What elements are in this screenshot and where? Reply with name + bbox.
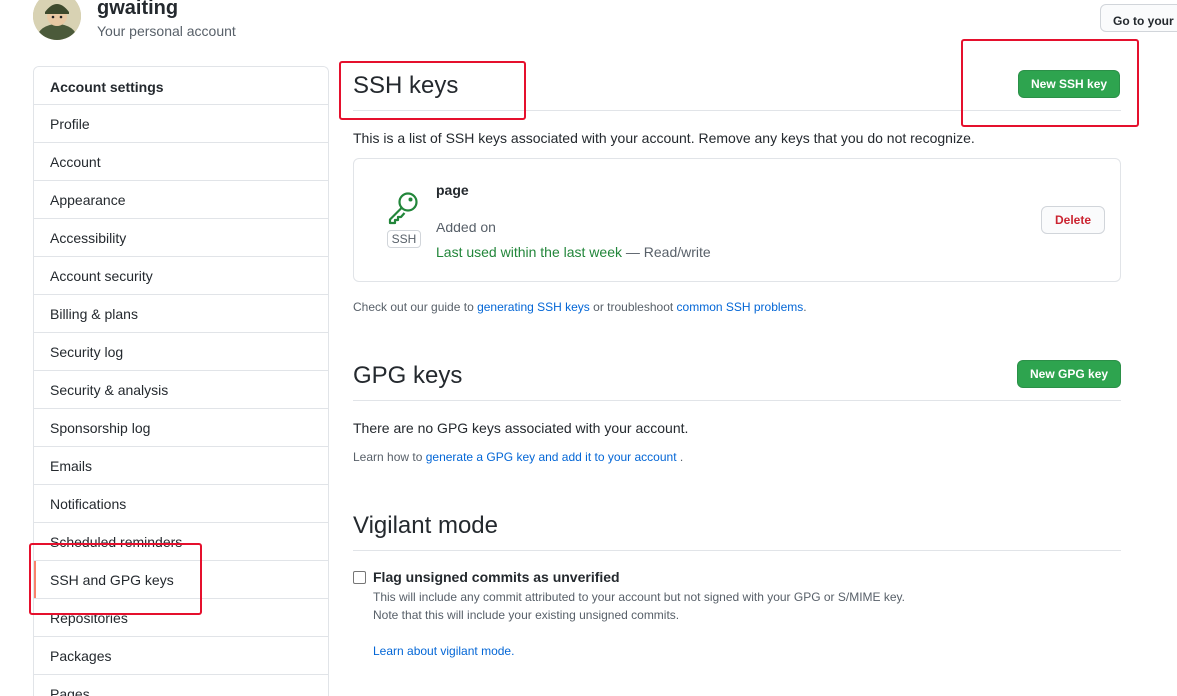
sidebar-item-repositories[interactable]: Repositories	[34, 599, 328, 637]
guide-prefix: Check out our guide to	[353, 300, 478, 314]
sidebar-item-billing[interactable]: Billing & plans	[34, 295, 328, 333]
sidebar-item-security-analysis[interactable]: Security & analysis	[34, 371, 328, 409]
ssh-key-added: Added on	[436, 223, 496, 233]
access-text: — Read/write	[622, 244, 711, 260]
learn-vigilant-mode-link[interactable]: Learn about vigilant mode.	[373, 644, 514, 658]
ssh-key-item: SSH page Added on Last used within the l…	[353, 158, 1121, 282]
sidebar-title: Account settings	[34, 67, 328, 105]
sidebar-item-scheduled-reminders[interactable]: Scheduled reminders	[34, 523, 328, 561]
divider	[353, 110, 1121, 111]
guide-suffix: .	[803, 300, 807, 314]
ssh-keys-title: SSH keys	[353, 72, 459, 99]
gpg-learn-text: Learn how to generate a GPG key and add …	[353, 450, 683, 464]
learn-prefix: Learn how to	[353, 450, 426, 464]
last-used-text: Last used within the last week	[436, 244, 622, 260]
ssh-key-title: page	[436, 182, 469, 198]
delete-ssh-key-button[interactable]: Delete	[1041, 206, 1105, 234]
sidebar-item-packages[interactable]: Packages	[34, 637, 328, 675]
key-icon	[388, 192, 418, 225]
sidebar-item-ssh-gpg-keys[interactable]: SSH and GPG keys	[34, 561, 328, 599]
vigilant-note-1: This will include any commit attributed …	[373, 590, 906, 604]
sidebar-item-appearance[interactable]: Appearance	[34, 181, 328, 219]
ssh-guide-text: Check out our guide to generating SSH ke…	[353, 300, 807, 314]
vigilant-note-2: Note that this will include your existin…	[373, 608, 680, 622]
divider	[353, 550, 1121, 551]
divider	[353, 400, 1121, 401]
generate-gpg-key-link[interactable]: generate a GPG key and add it to your ac…	[426, 450, 677, 464]
sidebar-item-pages[interactable]: Pages	[34, 675, 328, 696]
account-subtitle: Your personal account	[97, 23, 236, 39]
guide-mid: or troubleshoot	[589, 300, 677, 314]
gpg-empty-text: There are no GPG keys associated with yo…	[353, 420, 689, 436]
learn-suffix: .	[676, 450, 684, 464]
common-ssh-problems-link[interactable]: common SSH problems	[677, 300, 804, 314]
ssh-key-last-used: Last used within the last week — Read/wr…	[436, 244, 711, 260]
new-gpg-key-button[interactable]: New GPG key	[1017, 360, 1122, 388]
sidebar-item-account[interactable]: Account	[34, 143, 328, 181]
new-ssh-key-button[interactable]: New SSH key	[1018, 70, 1121, 98]
vigilant-mode-title: Vigilant mode	[353, 512, 498, 539]
gpg-keys-title: GPG keys	[353, 362, 463, 389]
avatar[interactable]	[33, 0, 81, 40]
sidebar-item-notifications[interactable]: Notifications	[34, 485, 328, 523]
ssh-description: This is a list of SSH keys associated wi…	[353, 130, 975, 146]
flag-unsigned-checkbox[interactable]	[353, 571, 366, 584]
flag-unsigned-label[interactable]: Flag unsigned commits as unverified	[373, 569, 620, 585]
generating-ssh-keys-link[interactable]: generating SSH keys	[477, 300, 590, 314]
username: gwaiting	[97, 0, 179, 19]
sidebar-item-account-security[interactable]: Account security	[34, 257, 328, 295]
sidebar-item-security-log[interactable]: Security log	[34, 333, 328, 371]
sidebar-item-emails[interactable]: Emails	[34, 447, 328, 485]
ssh-badge: SSH	[387, 230, 421, 248]
sidebar-item-profile[interactable]: Profile	[34, 105, 328, 143]
redacted-fingerprint	[502, 209, 568, 243]
settings-sidebar: Account settings Profile Account Appeara…	[33, 66, 329, 696]
sidebar-item-accessibility[interactable]: Accessibility	[34, 219, 328, 257]
sidebar-item-sponsorship-log[interactable]: Sponsorship log	[34, 409, 328, 447]
go-to-profile-button[interactable]: Go to your personal profile	[1100, 4, 1177, 32]
